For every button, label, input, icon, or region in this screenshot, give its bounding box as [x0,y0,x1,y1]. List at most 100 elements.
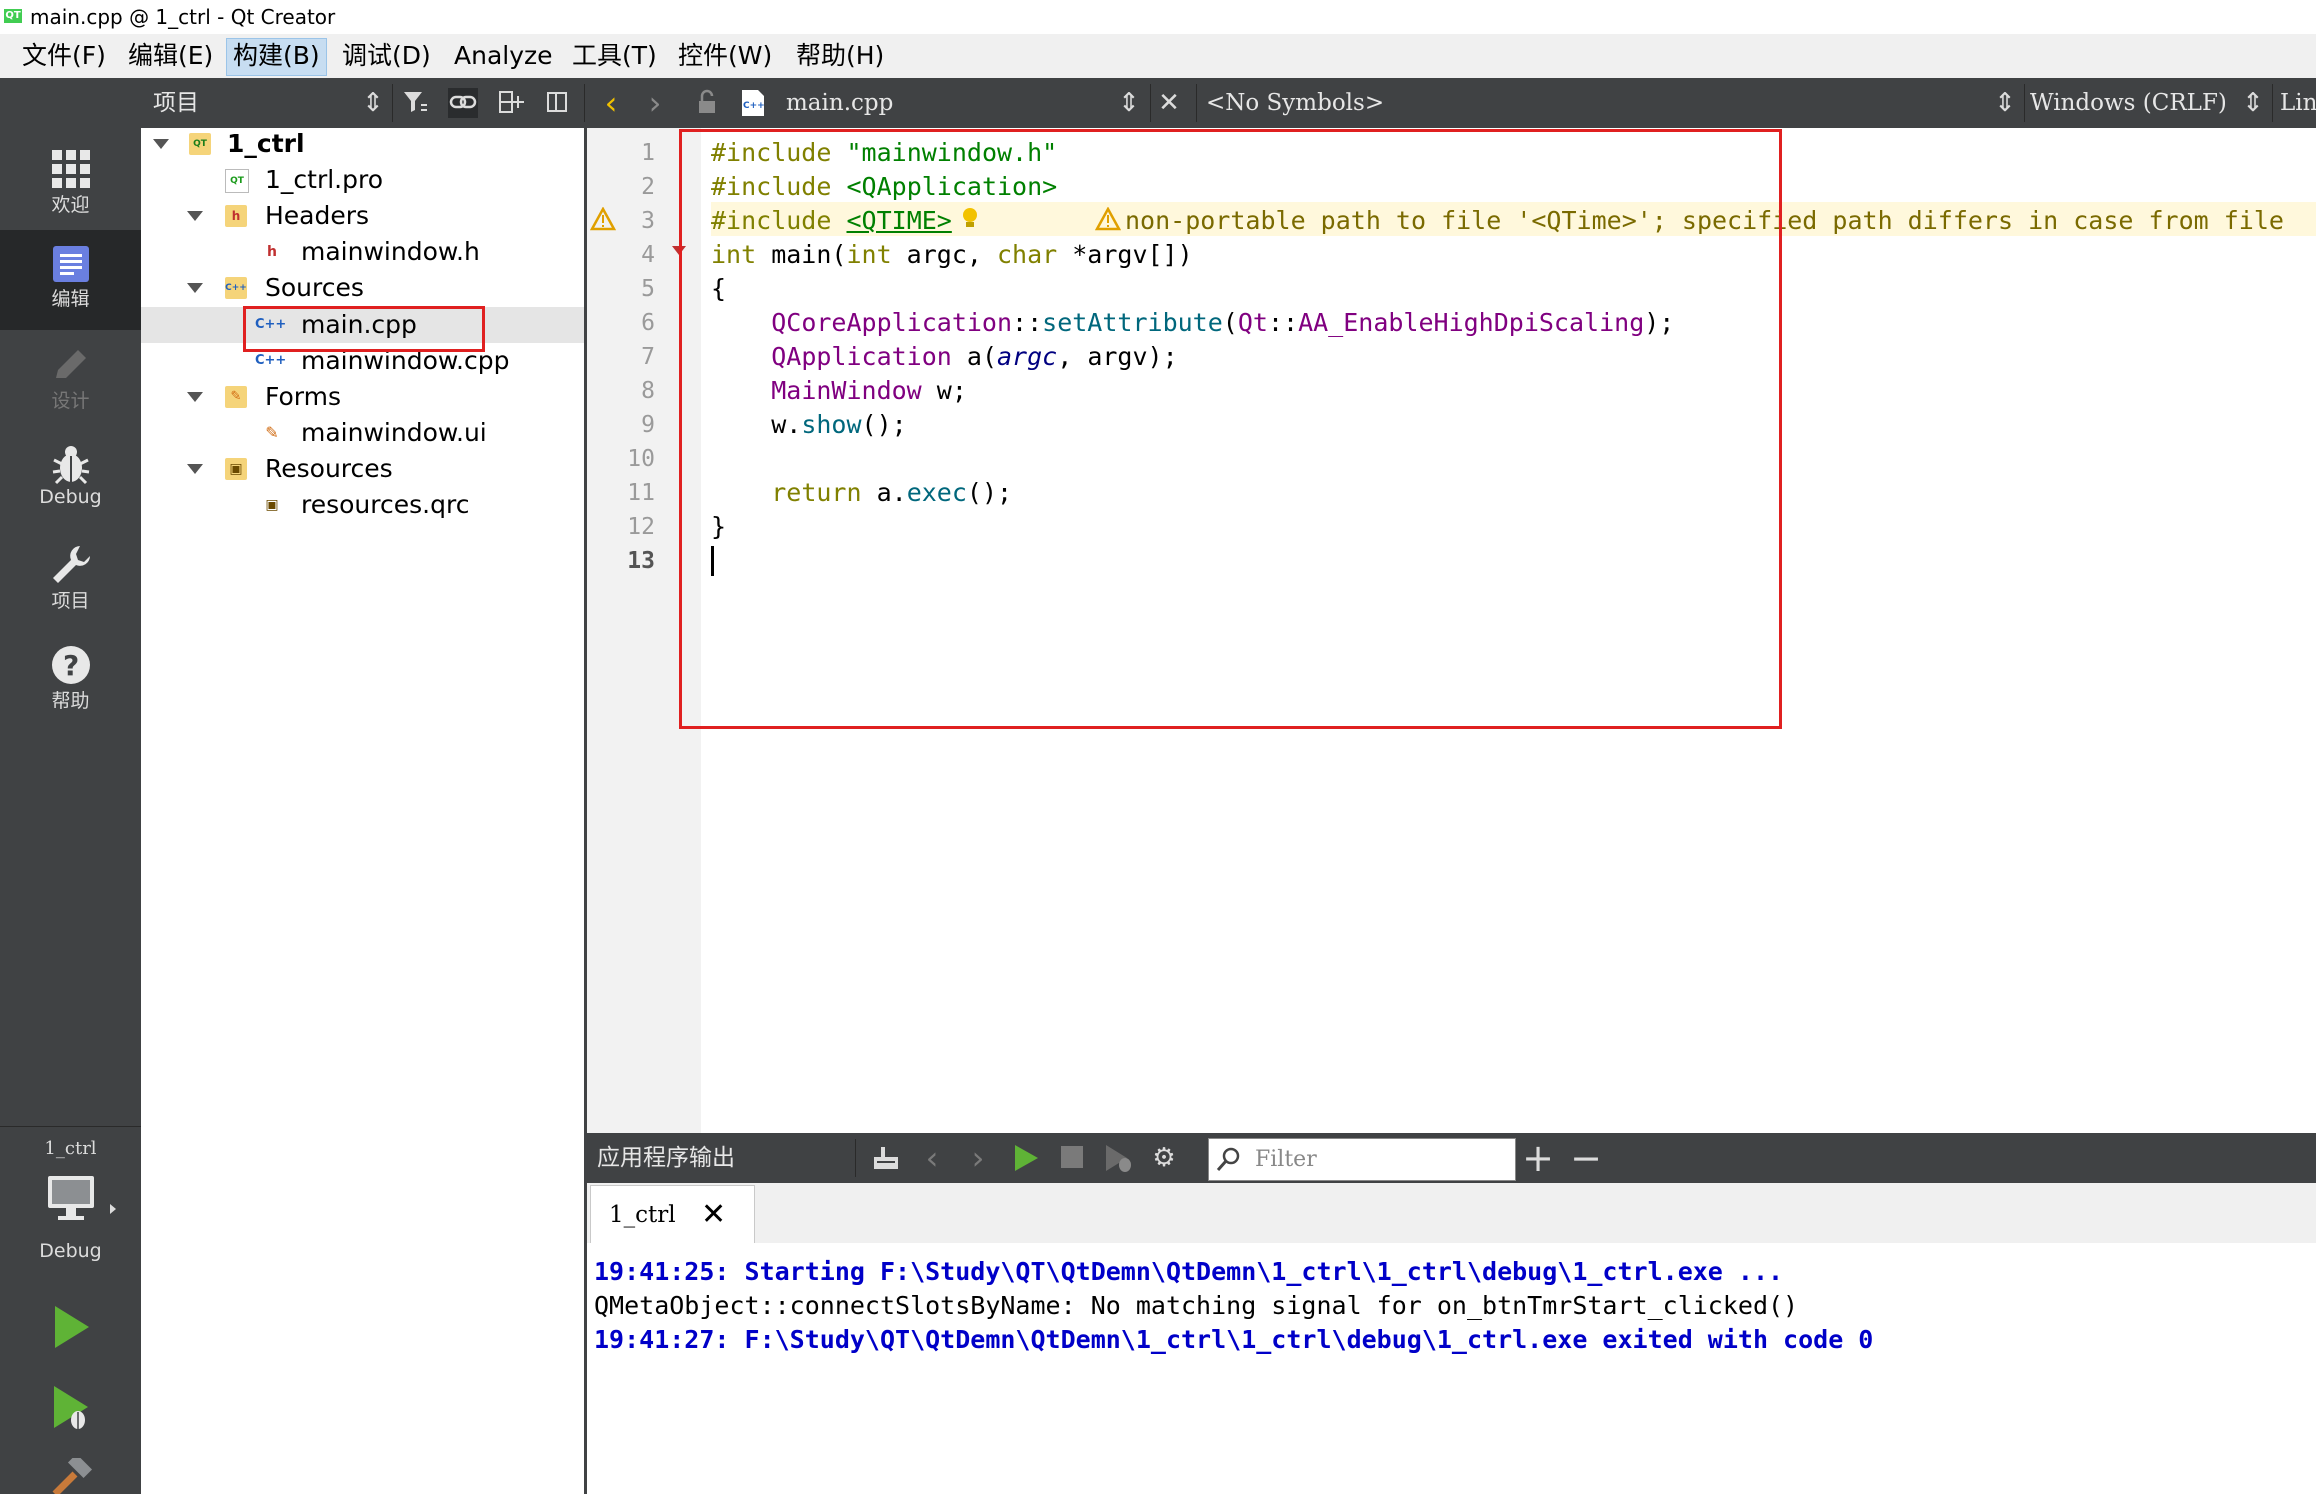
header-file-icon: h [267,244,277,260]
stop-icon[interactable] [1057,1143,1087,1173]
mode-label: 项目 [51,590,90,612]
filter-icon[interactable] [400,88,430,118]
line-number: 5 [641,276,655,302]
tree-item-pro[interactable]: QT 1_ctrl.pro [141,162,584,198]
mode-edit[interactable]: 编辑 [0,230,141,330]
forward-arrow-icon[interactable]: › [640,87,670,119]
build-button[interactable] [0,1458,141,1494]
debug-run-button[interactable] [0,1384,141,1440]
project-panel-title: 项目 [153,90,199,116]
grid-icon [51,150,90,188]
project-folder-icon: QT [189,133,211,155]
file-select-arrows-icon[interactable]: ⇕ [1114,88,1144,118]
filter-placeholder: Filter [1255,1147,1317,1172]
mode-design[interactable]: 设计 [0,336,141,426]
cursor-position[interactable]: Lin [2280,78,2316,128]
tree-label: mainwindow.ui [301,418,487,447]
ui-file-icon: ✎ [265,423,279,442]
line-number: 8 [641,378,655,404]
kit-build-label: Debug [39,1240,102,1262]
mode-welcome[interactable]: 欢迎 [0,140,141,230]
output-tab-label: 1_ctrl [609,1202,676,1228]
lock-icon[interactable] [692,88,722,118]
tree-item-root[interactable]: QT 1_ctrl [141,126,584,162]
next-icon[interactable]: › [963,1142,993,1174]
output-tab[interactable]: 1_ctrl ✕ [590,1185,755,1244]
menu-help[interactable]: 帮助(H) [790,38,890,74]
output-title: 应用程序输出 [597,1145,735,1171]
tree-item-form-file[interactable]: ✎ mainwindow.ui [141,415,584,451]
split-icon[interactable] [496,88,526,118]
menu-file[interactable]: 文件(F) [16,38,112,74]
mode-help[interactable]: ? 帮助 [0,636,141,726]
symbols-arrows-icon[interactable]: ⇕ [1990,88,2020,118]
edit-doc-icon [52,246,89,282]
menu-analyze[interactable]: Analyze [448,38,559,74]
tree-label: Headers [265,201,370,230]
menu-edit[interactable]: 编辑(E) [122,38,219,74]
tree-label: Forms [265,382,342,411]
line-number: 7 [641,344,655,370]
line-number: 9 [641,412,655,438]
kit-expand-icon[interactable] [110,1204,116,1214]
tree-label: 1_ctrl [227,129,305,158]
link-icon[interactable] [448,88,478,118]
debug-output-icon[interactable] [1103,1143,1133,1173]
back-arrow-icon[interactable]: ‹ [596,87,626,119]
cpp-file-icon: C++ [738,88,768,118]
tree-item-resources[interactable]: ▣ Resources [141,451,584,487]
kit-selector[interactable] [0,1174,141,1234]
line-number: 10 [627,446,655,472]
tree-item-header-file[interactable]: h mainwindow.h [141,234,584,270]
zoom-in-icon[interactable]: + [1520,1139,1556,1177]
output-line: 19:41:25: Starting F:\Study\QT\QtDemn\Qt… [594,1257,1784,1286]
close-tab-icon[interactable]: ✕ [701,1186,726,1244]
line-number: 12 [627,514,655,540]
menu-tools[interactable]: 工具(T) [566,38,663,74]
menu-debug[interactable]: 调试(D) [336,38,437,74]
wrench-icon [52,546,90,583]
attach-icon[interactable] [871,1143,901,1173]
mode-bar: 欢迎 编辑 设计 Debug 项目 ? 帮助 1_ctrl Debug [0,128,141,1494]
view-select-arrows-icon[interactable]: ⇕ [358,88,388,118]
mode-label: Debug [39,486,102,508]
code-highlight-box [679,129,1782,729]
tree-item-resource-file[interactable]: ▣ resources.qrc [141,487,584,523]
line-number-current: 13 [627,548,655,574]
mode-label: 欢迎 [51,194,90,216]
rerun-icon[interactable] [1011,1143,1041,1173]
menu-build[interactable]: 构建(B) [226,38,327,76]
line-number: 6 [641,310,655,336]
mode-label: 帮助 [51,690,90,712]
tree-item-forms[interactable]: ✎ Forms [141,379,584,415]
zoom-out-icon[interactable]: − [1568,1139,1604,1177]
tree-item-sources[interactable]: C++ Sources [141,270,584,306]
close-sidebar-icon[interactable] [542,88,572,118]
tree-label: Sources [265,273,364,302]
mode-debug[interactable]: Debug [0,436,141,526]
play-icon [54,1306,89,1348]
toolbar-row: 项目 ⇕ ‹ › C++ main.cpp ⇕ ✕ <No Symbols> ⇕… [0,78,2316,128]
line-number: 11 [627,480,655,506]
qt-logo-icon: QT [4,9,22,23]
line-number: 4 [641,242,655,268]
mode-projects[interactable]: 项目 [0,536,141,626]
line-ending-dropdown[interactable]: Windows (CRLF) [2030,78,2227,128]
symbols-dropdown[interactable]: <No Symbols> [1206,78,1384,128]
debug-play-icon [53,1386,88,1429]
main-cpp-highlight [243,306,485,352]
prev-icon[interactable]: ‹ [917,1142,947,1174]
hammer-icon [52,1458,92,1494]
close-file-icon[interactable]: ✕ [1154,88,1184,118]
line-number: 2 [641,174,655,200]
settings-gear-icon[interactable]: ⚙ [1149,1143,1179,1173]
search-icon [1216,1147,1240,1171]
line-ending-arrows-icon[interactable]: ⇕ [2238,88,2268,118]
filter-input[interactable]: Filter [1208,1138,1516,1181]
svg-text:C++: C++ [743,101,765,111]
open-file-name[interactable]: main.cpp [786,78,893,128]
tree-item-headers[interactable]: h Headers [141,198,584,234]
run-button[interactable] [0,1304,141,1360]
bug-icon [52,446,89,485]
menu-controls[interactable]: 控件(W) [672,38,778,74]
